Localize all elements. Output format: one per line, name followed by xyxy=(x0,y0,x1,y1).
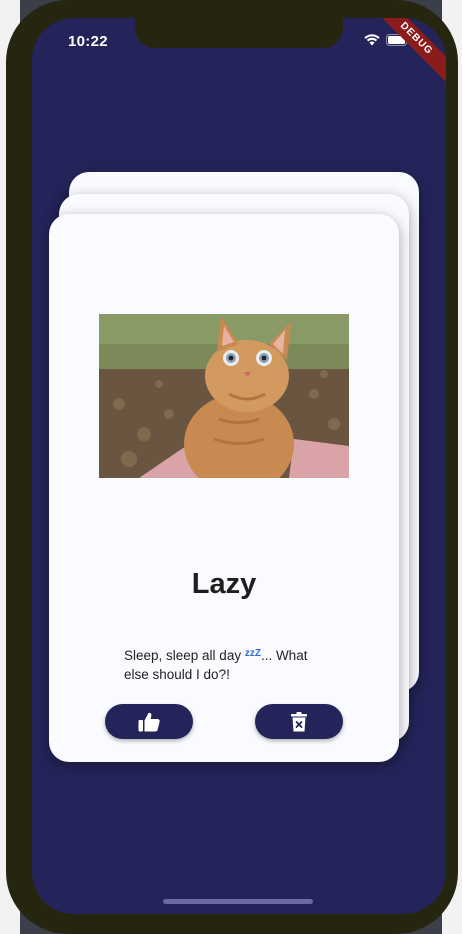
cat-photo xyxy=(99,314,349,478)
card-title: Lazy xyxy=(191,568,257,600)
cat-photo-illustration xyxy=(99,314,349,478)
wifi-icon xyxy=(364,34,380,46)
home-indicator[interactable] xyxy=(163,899,313,904)
status-time: 10:22 xyxy=(68,33,108,50)
like-button[interactable] xyxy=(105,704,193,739)
card-description: Sleep, sleep all day zzZ... What else sh… xyxy=(124,644,334,684)
thumbs-up-icon xyxy=(138,712,160,731)
phone-frame: 10:22 DEBUG Lazy Sleep, sleep all day zz… xyxy=(6,0,458,934)
swipe-card[interactable]: Lazy Sleep, sleep all day zzZ... What el… xyxy=(49,214,399,762)
sleep-zz-emoji: zzZ xyxy=(244,648,261,659)
phone-screen: 10:22 DEBUG Lazy Sleep, sleep all day zz… xyxy=(32,18,446,914)
debug-banner: DEBUG xyxy=(367,18,446,88)
trash-icon xyxy=(291,711,307,731)
description-text-start: Sleep, sleep all day xyxy=(124,648,245,663)
delete-button[interactable] xyxy=(255,704,343,739)
phone-notch xyxy=(135,18,343,48)
